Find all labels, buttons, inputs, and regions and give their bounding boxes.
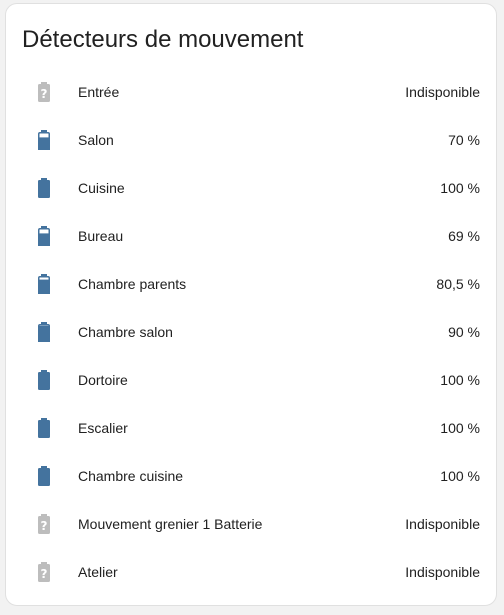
entity-row[interactable]: Escalier 100 % — [6, 404, 496, 452]
entity-row[interactable]: Chambre parents 80,5 % — [6, 260, 496, 308]
battery-unknown-icon: ? — [34, 513, 54, 535]
entity-list: ? Entrée Indisponible Salon 70 % Cuisine… — [6, 68, 496, 596]
entity-state: 70 % — [448, 132, 480, 148]
svg-text:?: ? — [41, 519, 48, 533]
entity-state: 69 % — [448, 228, 480, 244]
entity-name: Dortoire — [78, 372, 128, 388]
entities-card: Détecteurs de mouvement ? Entrée Indispo… — [5, 3, 497, 606]
battery-70-icon — [34, 129, 54, 151]
entity-name: Mouvement grenier 1 Batterie — [78, 516, 263, 532]
battery-full-icon — [34, 369, 54, 391]
entity-state: 100 % — [440, 468, 480, 484]
battery-full-icon — [34, 177, 54, 199]
entity-row[interactable]: Bureau 69 % — [6, 212, 496, 260]
entity-row[interactable]: Chambre cuisine 100 % — [6, 452, 496, 500]
entity-row[interactable]: ? Mouvement grenier 1 Batterie Indisponi… — [6, 500, 496, 548]
entity-row[interactable]: ? Atelier Indisponible — [6, 548, 496, 596]
entity-name: Chambre cuisine — [78, 468, 184, 484]
card-title: Détecteurs de mouvement — [22, 26, 304, 53]
svg-text:?: ? — [41, 567, 48, 581]
battery-unknown-icon: ? — [34, 561, 54, 583]
entity-name: Bureau — [78, 228, 124, 244]
entity-name: Salon — [78, 132, 114, 148]
entity-row[interactable]: Salon 70 % — [6, 116, 496, 164]
battery-80-icon — [34, 273, 54, 295]
entity-state: Indisponible — [405, 84, 480, 100]
battery-full-icon — [34, 417, 54, 439]
entity-state: Indisponible — [405, 564, 480, 580]
entity-name: Escalier — [78, 420, 128, 436]
battery-90-icon — [34, 321, 54, 343]
entity-row[interactable]: Chambre salon 90 % — [6, 308, 496, 356]
entity-state: 100 % — [440, 180, 480, 196]
entity-name: Chambre salon — [78, 324, 173, 340]
entity-state: Indisponible — [405, 516, 480, 532]
entity-state: 100 % — [440, 372, 480, 388]
battery-unknown-icon: ? — [34, 81, 54, 103]
battery-full-icon — [34, 465, 54, 487]
entity-state: 100 % — [440, 420, 480, 436]
svg-text:?: ? — [41, 87, 48, 101]
battery-60-icon — [34, 225, 54, 247]
entity-name: Atelier — [78, 564, 118, 580]
entity-state: 90 % — [448, 324, 480, 340]
entity-row[interactable]: ? Entrée Indisponible — [6, 68, 496, 116]
entity-name: Cuisine — [78, 180, 125, 196]
entity-row[interactable]: Dortoire 100 % — [6, 356, 496, 404]
entity-name: Chambre parents — [78, 276, 187, 292]
entity-row[interactable]: Cuisine 100 % — [6, 164, 496, 212]
entity-state: 80,5 % — [436, 276, 480, 292]
entity-name: Entrée — [78, 84, 120, 100]
